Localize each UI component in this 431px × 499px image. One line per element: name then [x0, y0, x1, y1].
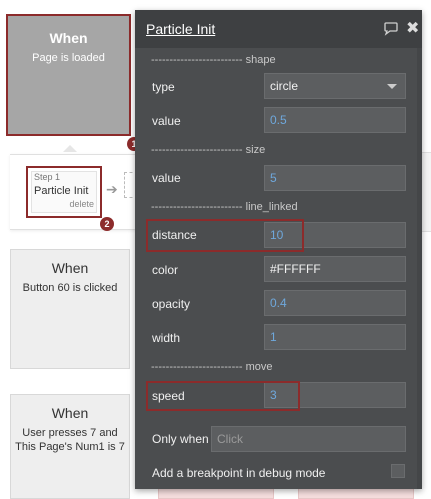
action-card-partial — [158, 488, 274, 499]
panel-scrollbar[interactable] — [417, 48, 422, 489]
event-user-presses[interactable]: When User presses 7 and This Page's Num1… — [10, 394, 130, 499]
speech-bubble-icon[interactable] — [383, 22, 399, 36]
panel-header: Particle Init ✖ — [135, 10, 422, 48]
event-subtitle-line: This Page's Num1 is 7 — [15, 441, 125, 453]
event-button-clicked[interactable]: When Button 60 is clicked — [10, 249, 130, 369]
event-title: When — [51, 260, 89, 276]
event-subtitle: User presses 7 and This Page's Num1 is 7 — [11, 426, 129, 454]
breakpoint-checkbox[interactable] — [391, 464, 405, 478]
step-delete-link[interactable]: delete — [69, 199, 94, 209]
type-label: type — [152, 80, 175, 94]
event-pointer — [63, 145, 77, 152]
opacity-input[interactable]: 0.4 — [264, 290, 406, 316]
event-title: When — [49, 30, 88, 46]
event-subtitle: Page is loaded — [32, 52, 105, 64]
shape-value-label: value — [152, 114, 181, 128]
only-when-label: Only when — [152, 432, 209, 446]
shape-value-input[interactable]: 0.5 — [264, 107, 406, 133]
dropdown-arrow-icon — [387, 84, 397, 89]
event-subtitle-line: User presses 7 and — [22, 427, 118, 439]
breakpoint-label: Add a breakpoint in debug mode — [152, 466, 326, 480]
color-label: color — [152, 263, 179, 277]
type-select[interactable]: circle — [264, 73, 406, 99]
type-value: circle — [270, 79, 299, 93]
section-line-linked: ------------------------- line_linked — [151, 201, 298, 213]
event-title: When — [51, 405, 89, 421]
distance-highlight — [146, 219, 304, 252]
section-shape: ------------------------- shape — [151, 54, 276, 66]
opacity-label: opacity — [152, 297, 191, 311]
color-input[interactable]: #FFFFFF — [264, 256, 406, 282]
width-input[interactable]: 1 — [264, 324, 406, 350]
panel-title[interactable]: Particle Init — [146, 21, 215, 37]
only-when-input[interactable]: Click — [211, 426, 406, 452]
section-move: ------------------------- move — [151, 361, 273, 373]
step-name: Particle Init — [34, 185, 89, 197]
arrow-right-icon: ➔ — [106, 181, 118, 197]
section-size: ------------------------- size — [151, 144, 266, 156]
step-number: Step 1 — [34, 172, 61, 182]
close-icon[interactable]: ✖ — [406, 20, 420, 38]
width-label: width — [152, 331, 181, 345]
marker-badge-2: 2 — [100, 217, 114, 231]
event-subtitle: Button 60 is clicked — [22, 282, 118, 294]
size-value-input[interactable]: 5 — [264, 165, 406, 191]
step-card[interactable]: Step 1 Particle Init delete — [26, 166, 102, 218]
action-card-partial — [298, 488, 414, 499]
speed-highlight — [146, 381, 300, 411]
size-value-label: value — [152, 171, 181, 185]
event-page-loaded[interactable]: When Page is loaded — [6, 14, 131, 136]
